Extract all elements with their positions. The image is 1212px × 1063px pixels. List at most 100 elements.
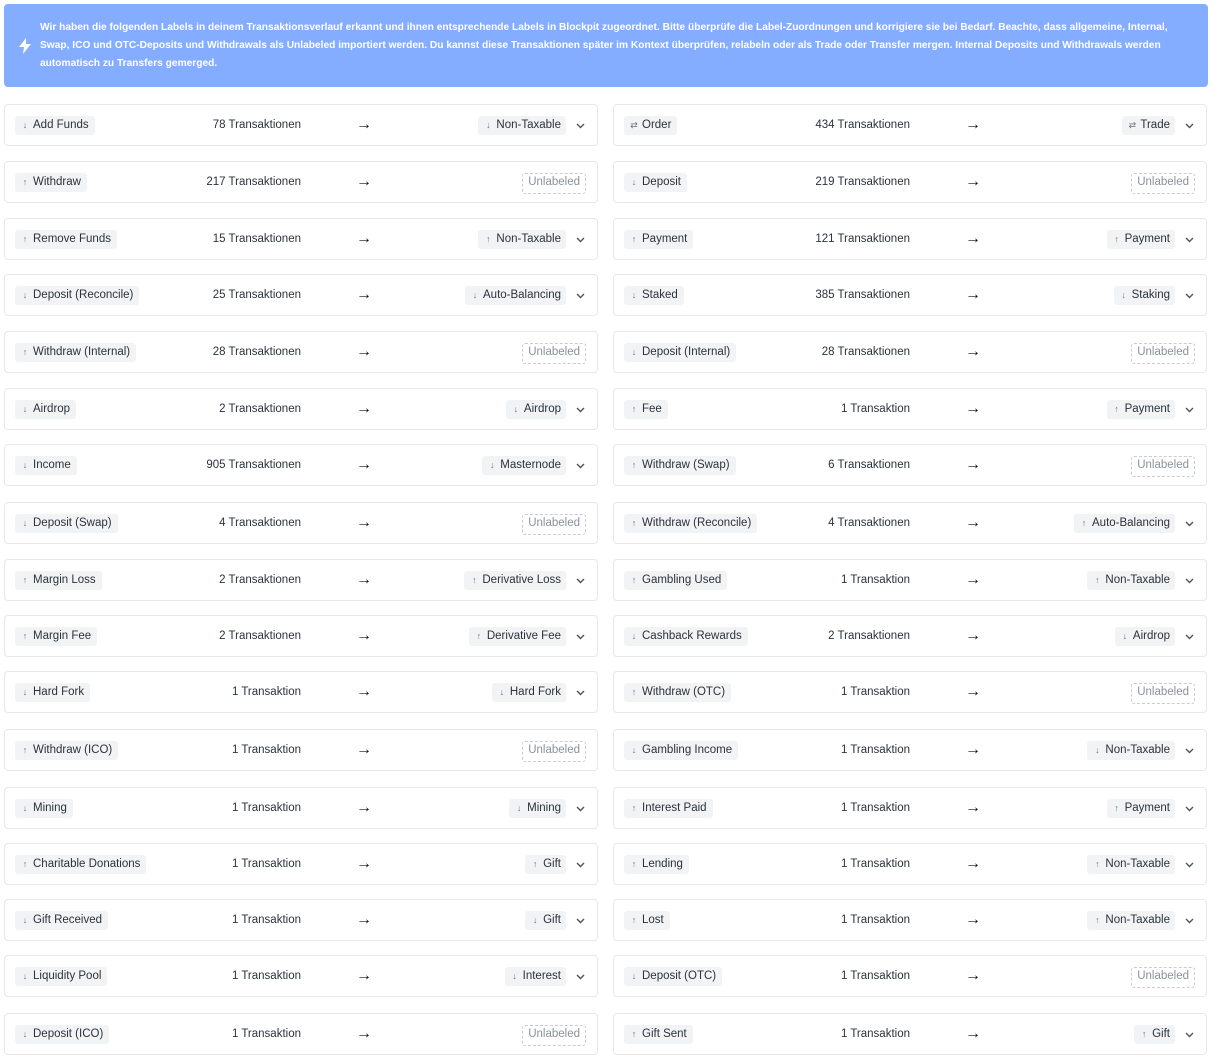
arrow-down-icon: ↓ xyxy=(512,971,517,981)
target-label-select[interactable]: ↓ Gift xyxy=(525,911,566,930)
chevron-down-icon[interactable] xyxy=(574,230,586,249)
target-label-select[interactable]: ↑ Non-Taxable xyxy=(1087,911,1175,930)
chevron-down-icon[interactable] xyxy=(1183,286,1195,305)
target-label-unlabeled[interactable]: Unlabeled xyxy=(522,741,586,762)
transaction-count: 25 Transaktionen xyxy=(212,289,301,301)
target-label-unlabeled[interactable]: Unlabeled xyxy=(522,1025,586,1046)
source-label-text: Gift Received xyxy=(33,914,103,926)
target-label-select[interactable]: ⇄ Trade xyxy=(1122,116,1175,135)
chevron-down-icon[interactable] xyxy=(574,911,586,930)
arrow-up-icon: ↑ xyxy=(22,347,28,357)
mapping-row: ↑ Margin Fee 2 Transaktionen → ↑ Derivative F… xyxy=(4,615,598,657)
chevron-down-icon[interactable] xyxy=(574,683,586,702)
transaction-count: 385 Transaktionen xyxy=(815,289,910,301)
mapping-row: ↑ Lost 1 Transaktion → ↑ Non-Taxable xyxy=(613,899,1207,941)
target-label-select[interactable]: ↓ Non-Taxable xyxy=(478,116,566,135)
source-label-chip: ↓ Mining xyxy=(15,799,73,818)
chevron-down-icon[interactable] xyxy=(574,400,586,419)
chevron-down-icon[interactable] xyxy=(574,286,586,305)
chevron-down-icon[interactable] xyxy=(1183,116,1195,135)
target-label-select[interactable]: ↑ Payment xyxy=(1106,799,1175,818)
target-label-unlabeled[interactable]: Unlabeled xyxy=(1131,343,1195,364)
source-label-text: Withdraw (Swap) xyxy=(642,459,730,471)
chevron-down-icon[interactable] xyxy=(1183,741,1195,760)
target-label-select[interactable]: ↑ Auto-Balancing xyxy=(1074,514,1175,533)
chevron-down-icon[interactable] xyxy=(574,116,586,135)
target-label-select[interactable]: ↑ Derivative Fee xyxy=(468,627,566,646)
target-label-unlabeled[interactable]: Unlabeled xyxy=(1131,456,1195,477)
target-label-text: Masternode xyxy=(500,459,561,471)
target-label-select[interactable]: ↓ Masternode xyxy=(482,456,566,475)
target-label-select[interactable]: ↓ Mining xyxy=(509,799,566,818)
target-label-unlabeled[interactable]: Unlabeled xyxy=(522,343,586,364)
transaction-count: 1 Transaktion xyxy=(231,914,301,926)
chevron-down-icon[interactable] xyxy=(1183,911,1195,930)
arrow-down-icon: ↓ xyxy=(532,915,538,925)
arrow-up-icon: ↑ xyxy=(631,404,637,414)
arrow-up-icon: ↑ xyxy=(631,518,637,528)
source-label-chip: ↑ Withdraw (OTC) xyxy=(624,683,732,702)
arrow-right-icon: → xyxy=(356,571,372,588)
chevron-down-icon[interactable] xyxy=(1183,627,1195,646)
arrow-right-icon: → xyxy=(356,286,372,303)
chevron-down-icon[interactable] xyxy=(1183,1025,1195,1044)
source-label-text: Deposit (Reconcile) xyxy=(33,289,134,301)
arrow-right-icon: → xyxy=(965,400,981,417)
chevron-down-icon[interactable] xyxy=(1183,514,1195,533)
chevron-down-icon[interactable] xyxy=(574,456,586,475)
target-label-unlabeled[interactable]: Unlabeled xyxy=(1131,967,1195,988)
chevron-down-icon[interactable] xyxy=(1183,230,1195,249)
chevron-down-icon[interactable] xyxy=(1183,799,1195,818)
target-label-select[interactable]: ↓ Staking xyxy=(1113,286,1175,305)
arrow-down-icon: ↓ xyxy=(631,631,637,641)
transaction-count: 1 Transaktion xyxy=(231,686,301,698)
chevron-down-icon[interactable] xyxy=(574,799,586,818)
source-label-text: Lost xyxy=(642,914,664,926)
chevron-down-icon[interactable] xyxy=(1183,571,1195,590)
target-label-select[interactable]: ↑ Gift xyxy=(1134,1025,1175,1044)
chevron-down-icon[interactable] xyxy=(1183,400,1195,419)
target-label-select[interactable]: ↑ Payment xyxy=(1106,400,1175,419)
source-label-text: Gift Sent xyxy=(642,1028,687,1040)
arrow-up-icon: ↑ xyxy=(22,631,28,641)
transaction-count: 2 Transaktionen xyxy=(219,574,301,586)
target-label-unlabeled[interactable]: Unlabeled xyxy=(522,173,586,194)
target-label-select[interactable]: ↑ Non-Taxable xyxy=(478,230,566,249)
mapping-row: ↑ Lending 1 Transaktion → ↑ Non-Taxable xyxy=(613,843,1207,885)
target-label-select[interactable]: ↓ Non-Taxable xyxy=(1087,741,1175,760)
target-label-select[interactable]: ↓ Auto-Balancing xyxy=(465,286,566,305)
chevron-down-icon[interactable] xyxy=(574,627,586,646)
swap-icon: ⇄ xyxy=(1128,120,1137,130)
arrow-right-icon: → xyxy=(356,911,372,928)
chevron-down-icon[interactable] xyxy=(574,571,586,590)
source-label-chip: ↑ Withdraw (Reconcile) xyxy=(624,514,758,533)
target-label-select[interactable]: ↓ Hard Fork xyxy=(491,683,566,702)
arrow-down-icon: ↓ xyxy=(22,460,28,470)
target-label-unlabeled[interactable]: Unlabeled xyxy=(522,514,586,535)
arrow-up-icon: ↑ xyxy=(631,803,637,813)
target-label-unlabeled[interactable]: Unlabeled xyxy=(1131,173,1195,194)
target-label-select[interactable]: ↑ Payment xyxy=(1106,230,1175,249)
target-label-select[interactable]: ↑ Non-Taxable xyxy=(1087,855,1175,874)
target-label-unlabeled[interactable]: Unlabeled xyxy=(1131,683,1195,704)
mapping-row: ↓ Gift Received 1 Transaktion → ↓ Gift xyxy=(4,899,598,941)
chevron-down-icon[interactable] xyxy=(574,855,586,874)
chevron-down-icon[interactable] xyxy=(574,967,586,986)
source-label-chip: ↓ Cashback Rewards xyxy=(624,627,748,646)
transaction-count: 219 Transaktionen xyxy=(815,176,910,188)
target-label-select[interactable]: ↓ Airdrop xyxy=(505,400,566,419)
target-label-select[interactable]: ↓ Interest xyxy=(504,967,566,986)
transaction-count: 2 Transaktionen xyxy=(828,630,910,642)
arrow-right-icon: → xyxy=(965,967,981,984)
target-label-select[interactable]: ↑ Non-Taxable xyxy=(1087,571,1175,590)
target-label-text: Auto-Balancing xyxy=(483,289,561,301)
target-label-text: Mining xyxy=(527,802,561,814)
arrow-right-icon: → xyxy=(965,514,981,531)
arrow-up-icon: ↑ xyxy=(532,859,538,869)
arrow-right-icon: → xyxy=(965,456,981,473)
target-label-select[interactable]: ↓ Airdrop xyxy=(1114,627,1175,646)
chevron-down-icon[interactable] xyxy=(1183,855,1195,874)
source-label-text: Remove Funds xyxy=(33,233,111,245)
target-label-select[interactable]: ↑ Gift xyxy=(525,855,566,874)
target-label-select[interactable]: ↑ Derivative Loss xyxy=(464,571,566,590)
